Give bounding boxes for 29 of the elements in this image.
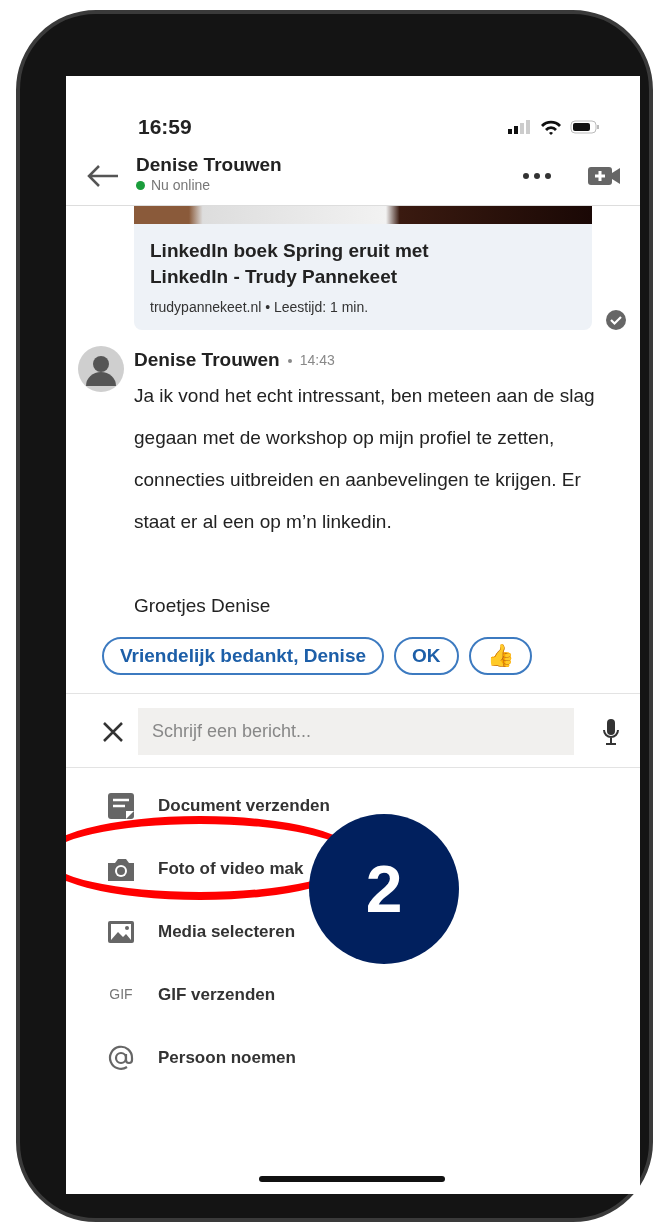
message-time: 14:43 (299, 351, 335, 371)
video-call-icon[interactable] (588, 165, 620, 186)
menu-item-label: GIF verzenden (158, 984, 276, 1007)
menu-item-label: Persoon noemen (158, 1047, 296, 1070)
quick-reply-button[interactable]: Vriendelijk bedankt, Denise (102, 636, 385, 676)
menu-item-label: Media selecteren (158, 921, 295, 944)
document-icon (106, 790, 136, 821)
link-title: LinkedIn boek Spring eruit met LinkedIn - Trudy Pannekeet (150, 239, 430, 289)
presence-text: Nu online (151, 176, 211, 196)
clock-time: 16:59 (138, 114, 192, 141)
avatar-icon (78, 346, 124, 393)
back-arrow-icon[interactable] (86, 163, 120, 188)
link-meta: trudypannekeet.nl • Leestijd: 1 min. (150, 298, 370, 318)
battery-icon (570, 120, 600, 134)
message-input-field[interactable]: Schrijf een bericht... (138, 708, 574, 756)
close-icon[interactable] (102, 720, 124, 743)
message-text: Groetjes Denise (134, 593, 272, 618)
contact-name: Denise Trouwen (136, 154, 283, 176)
sender-name: Denise Trouwen (134, 348, 280, 373)
message-text: Ja ik vond het echt intressant, ben meteen aan de slag gegaan met de workshop op mijn profiel te zetten, connecties uitbreiden en aanbevelingen te krijgen. Er staat er al een op m’n linkedin. (134, 383, 596, 534)
microphone-icon[interactable] (602, 717, 620, 746)
wifi-icon (540, 119, 562, 135)
link-preview-card[interactable]: LinkedIn boek Spring eruit met LinkedIn - Trudy Pannekeet trudypannekeet.nl • Leestijd: 1 min. (134, 224, 592, 331)
step-number-badge: 2 (309, 814, 459, 964)
quick-reply-button[interactable]: OK (394, 636, 459, 676)
menu-item-label: Foto of video mak (158, 858, 304, 881)
gif-icon: GIF (106, 984, 136, 1006)
signal-icon (508, 120, 532, 134)
more-options-icon[interactable] (522, 171, 552, 180)
